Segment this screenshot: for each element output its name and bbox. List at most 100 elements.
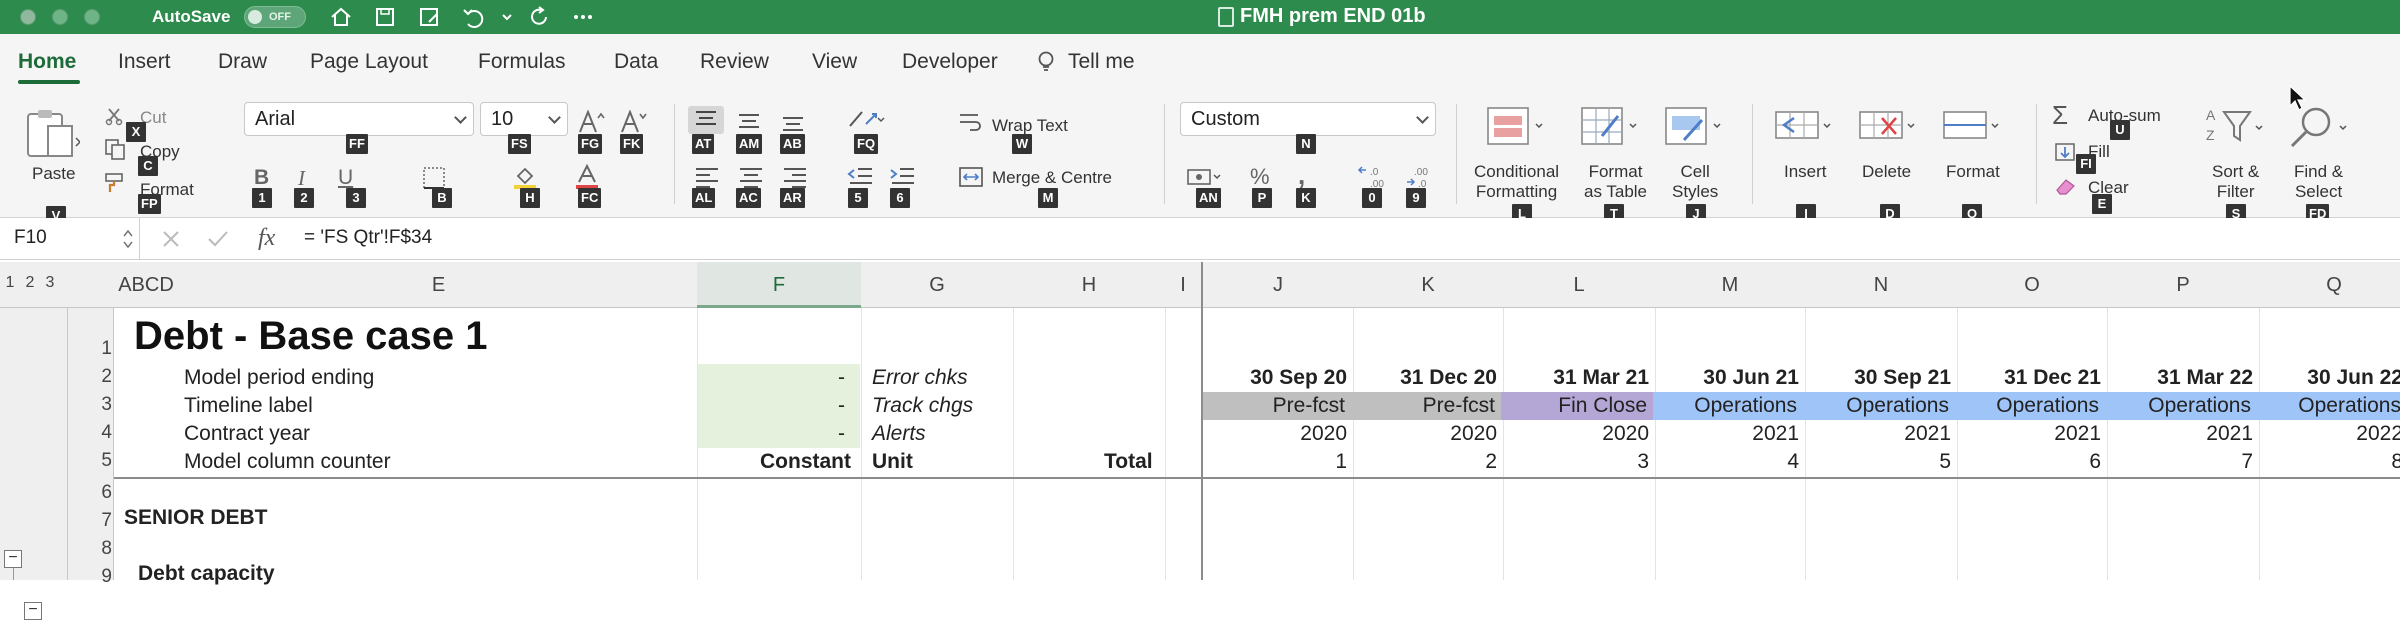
section-senior-debt[interactable]: SENIOR DEBT: [124, 506, 268, 530]
timeline-label-8[interactable]: Operations: [2257, 392, 2400, 420]
period-date-8[interactable]: 30 Jun 22: [2259, 366, 2400, 390]
bold-icon[interactable]: B: [254, 166, 269, 190]
header-total[interactable]: Total: [1104, 450, 1153, 474]
tab-view[interactable]: View: [812, 50, 857, 74]
timeline-label-1[interactable]: Pre-fcst: [1201, 392, 1351, 420]
more-options-icon[interactable]: [570, 4, 596, 30]
column-counter-3[interactable]: 3: [1503, 450, 1649, 474]
format-cells-icon[interactable]: [1940, 106, 2002, 148]
contract-year-6[interactable]: 2021: [1957, 422, 2101, 446]
name-box[interactable]: F10: [0, 218, 140, 260]
name-box-stepper-icon[interactable]: [122, 227, 134, 251]
align-top-icon[interactable]: [688, 106, 724, 134]
tab-page-layout[interactable]: Page Layout: [310, 50, 428, 74]
column-counter-7[interactable]: 7: [2107, 450, 2253, 474]
font-color-icon[interactable]: [574, 163, 600, 190]
subsection-debt-capacity[interactable]: Debt capacity: [138, 562, 275, 586]
cell-styles-button[interactable]: Cell Styles: [1672, 162, 1718, 202]
increase-font-icon[interactable]: [578, 109, 606, 134]
outline-level-1[interactable]: 1: [0, 274, 20, 292]
contract-year-7[interactable]: 2021: [2107, 422, 2253, 446]
collapse-group-icon[interactable]: −: [24, 602, 42, 620]
label-model-period[interactable]: Model period ending: [184, 366, 374, 390]
label-contract-year[interactable]: Contract year: [184, 422, 310, 446]
merge-centre-button[interactable]: Merge & Centre: [992, 168, 1112, 188]
decrease-font-icon[interactable]: [620, 109, 648, 134]
cancel-entry-icon[interactable]: [160, 228, 182, 250]
format-cells-button[interactable]: Format: [1946, 162, 2000, 182]
sheet-title[interactable]: Debt - Base case 1: [134, 314, 488, 359]
comma-style-icon[interactable]: ,: [1298, 160, 1305, 191]
tab-tell-me[interactable]: Tell me: [1068, 50, 1135, 74]
column-header-l[interactable]: L: [1503, 274, 1655, 297]
cell-f4[interactable]: -: [838, 422, 845, 446]
tab-formulas[interactable]: Formulas: [478, 50, 566, 74]
column-counter-8[interactable]: 8: [2259, 450, 2400, 474]
column-header-g[interactable]: G: [861, 274, 1013, 297]
column-header-i[interactable]: I: [1165, 274, 1201, 297]
increase-decimal-icon[interactable]: .0.00: [1356, 164, 1390, 190]
column-header-f[interactable]: F: [697, 274, 861, 297]
row-header-9[interactable]: 9: [68, 566, 112, 588]
period-date-2[interactable]: 31 Dec 20: [1353, 366, 1497, 390]
fill-icon[interactable]: [2054, 142, 2078, 162]
fill-color-icon[interactable]: [512, 164, 538, 190]
row-header-1[interactable]: 1: [68, 338, 112, 360]
font-size-combo[interactable]: 10: [480, 102, 568, 136]
period-date-4[interactable]: 30 Jun 21: [1655, 366, 1799, 390]
outline-level-2[interactable]: 2: [20, 274, 40, 292]
increase-indent-icon[interactable]: [888, 164, 916, 190]
column-header-j[interactable]: J: [1203, 274, 1353, 297]
sort-filter-icon[interactable]: AZ: [2204, 104, 2268, 150]
timeline-label-7[interactable]: Operations: [2105, 392, 2257, 420]
alerts[interactable]: Alerts: [872, 422, 926, 446]
contract-year-8[interactable]: 2022: [2259, 422, 2400, 446]
borders-icon[interactable]: [422, 166, 446, 190]
row-header-6[interactable]: 6: [68, 482, 112, 504]
minimize-window-button[interactable]: [52, 9, 68, 25]
column-counter-4[interactable]: 4: [1655, 450, 1799, 474]
zoom-window-button[interactable]: [84, 9, 100, 25]
autosum-icon[interactable]: Σ: [2052, 100, 2068, 131]
font-name-combo[interactable]: Arial: [244, 102, 474, 136]
align-left-icon[interactable]: [692, 164, 722, 190]
align-bottom-icon[interactable]: [778, 106, 808, 134]
column-header-o[interactable]: O: [1957, 274, 2107, 297]
column-header-abcd[interactable]: ABCD: [114, 274, 178, 297]
column-header-k[interactable]: K: [1353, 274, 1503, 297]
home-icon[interactable]: [328, 4, 354, 30]
delete-cells-button[interactable]: Delete: [1862, 162, 1911, 182]
timeline-label-5[interactable]: Operations: [1803, 392, 1955, 420]
delete-cells-icon[interactable]: [1856, 106, 1918, 148]
row-header-8[interactable]: 8: [68, 538, 112, 560]
redo-icon[interactable]: [526, 4, 552, 30]
formula-input[interactable]: = 'FS Qtr'!F$34: [304, 227, 432, 249]
conditional-formatting-icon[interactable]: [1484, 106, 1546, 148]
column-counter-1[interactable]: 1: [1203, 450, 1347, 474]
decrease-indent-icon[interactable]: [846, 164, 874, 190]
save-as-icon[interactable]: [416, 4, 442, 30]
row-header-5[interactable]: 5: [68, 450, 112, 472]
row-header-4[interactable]: 4: [68, 422, 112, 444]
tab-draw[interactable]: Draw: [218, 50, 267, 74]
merge-centre-icon[interactable]: [958, 166, 984, 188]
conditional-formatting-button[interactable]: Conditional Formatting: [1474, 162, 1559, 202]
format-as-table-icon[interactable]: [1578, 106, 1640, 148]
header-unit[interactable]: Unit: [872, 450, 913, 474]
cell-f3[interactable]: -: [838, 394, 845, 418]
insert-cells-button[interactable]: Insert: [1784, 162, 1827, 182]
contract-year-1[interactable]: 2020: [1203, 422, 1347, 446]
format-as-table-button[interactable]: Format as Table: [1584, 162, 1647, 202]
column-counter-6[interactable]: 6: [1957, 450, 2101, 474]
wrap-text-button[interactable]: Wrap Text: [992, 116, 1068, 136]
timeline-label-4[interactable]: Operations: [1653, 392, 1803, 420]
contract-year-3[interactable]: 2020: [1503, 422, 1649, 446]
header-constant[interactable]: Constant: [760, 450, 851, 474]
insert-cells-icon[interactable]: [1772, 106, 1834, 148]
clear-eraser-icon[interactable]: [2054, 176, 2078, 196]
undo-icon[interactable]: [460, 4, 486, 30]
tab-insert[interactable]: Insert: [118, 50, 171, 74]
sort-filter-button[interactable]: Sort & Filter: [2212, 162, 2259, 202]
format-painter-icon[interactable]: [104, 172, 126, 194]
error-checks[interactable]: Error chks: [872, 366, 968, 390]
